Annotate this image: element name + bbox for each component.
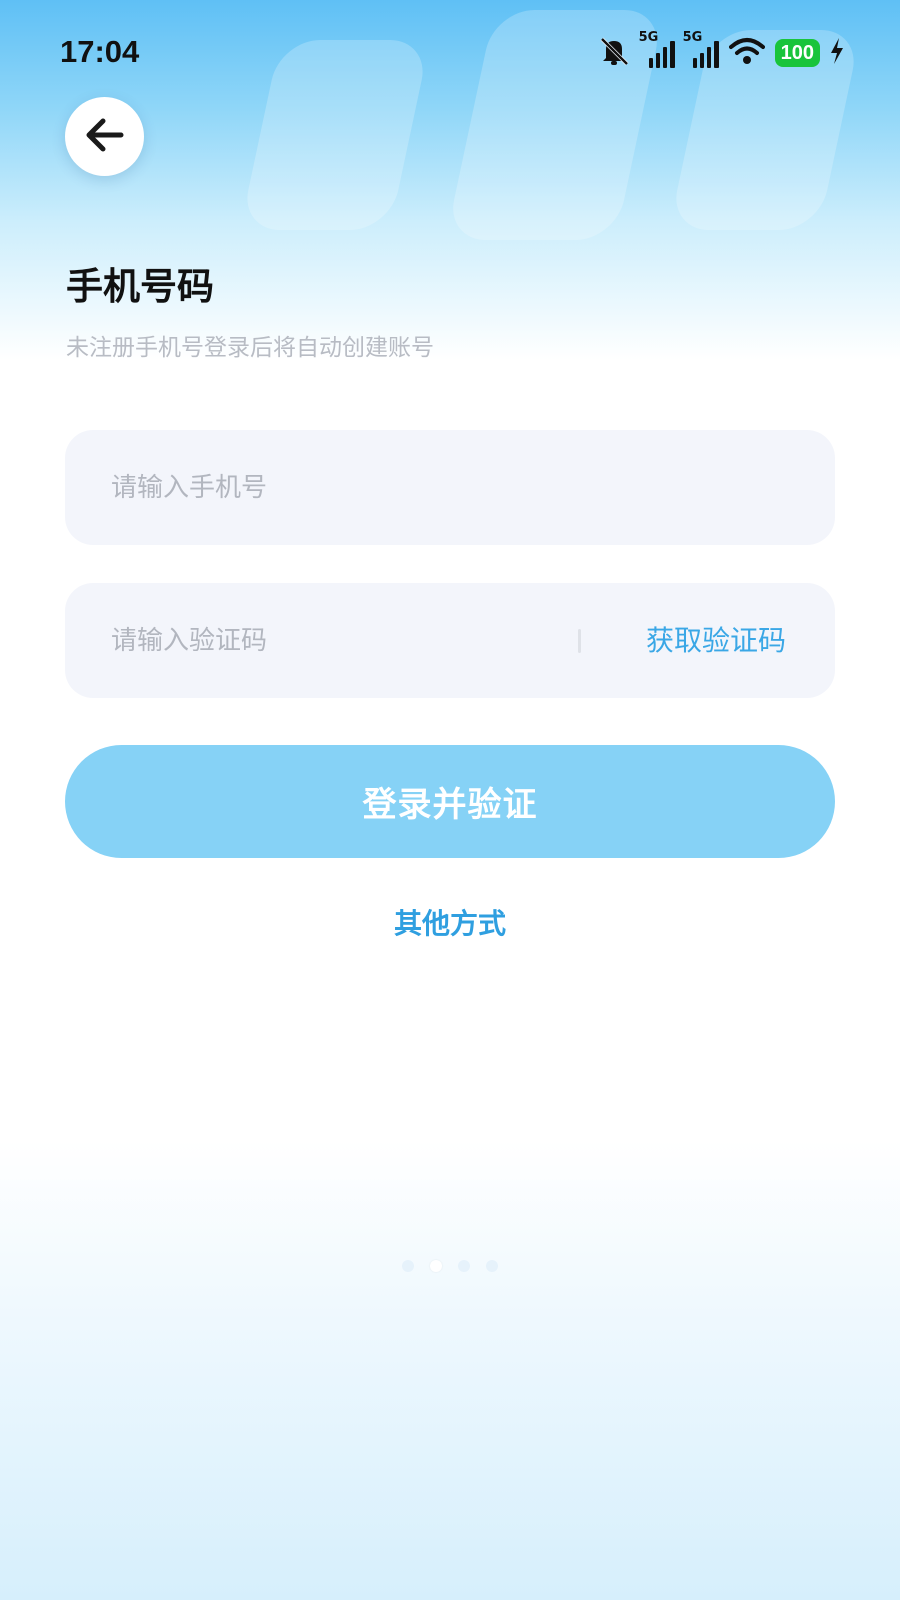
wifi-icon — [728, 37, 765, 69]
phone-input[interactable] — [111, 430, 561, 545]
arrow-left-icon — [85, 117, 125, 157]
back-button[interactable] — [65, 97, 144, 176]
field-divider — [578, 629, 581, 653]
code-field[interactable]: 获取验证码 — [65, 583, 835, 698]
code-input[interactable] — [111, 583, 561, 698]
charging-bolt-icon — [830, 38, 844, 68]
page-dot-active — [430, 1260, 442, 1272]
signal-icon: 5G — [639, 30, 675, 68]
get-code-button[interactable]: 获取验证码 — [646, 583, 786, 698]
page-dot — [458, 1260, 470, 1272]
status-icons: 5G 5G 100 — [597, 30, 844, 72]
other-methods-link[interactable]: 其他方式 — [0, 902, 900, 942]
page-subtitle: 未注册手机号登录后将自动创建账号 — [66, 335, 434, 361]
network-label: 5G — [682, 30, 703, 45]
mute-bell-icon — [597, 36, 631, 70]
network-label: 5G — [638, 30, 659, 45]
battery-icon: 100 — [774, 39, 820, 67]
login-button[interactable]: 登录并验证 — [65, 745, 835, 858]
bottom-background — [0, 1140, 900, 1600]
page-indicator — [0, 1260, 900, 1272]
status-bar: 17:04 5G 5G 100 — [0, 0, 900, 100]
signal-icon: 5G — [683, 30, 719, 68]
page-dot — [486, 1260, 498, 1272]
page-title: 手机号码 — [66, 265, 214, 308]
phone-field[interactable] — [65, 430, 835, 545]
status-time: 17:04 — [60, 34, 140, 69]
page-dot — [402, 1260, 414, 1272]
